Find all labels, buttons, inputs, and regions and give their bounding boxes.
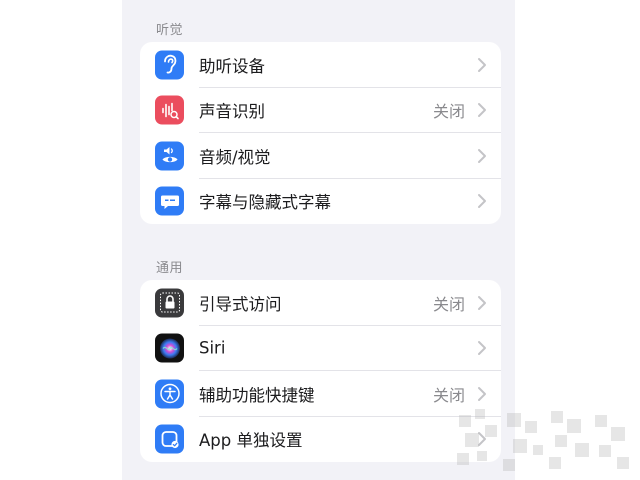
section-header-general: 通用 xyxy=(156,261,184,276)
row-label: 助听设备 xyxy=(199,56,265,76)
per-app-settings-icon xyxy=(155,424,184,454)
row-sound-recognition[interactable]: 声音识别 关闭 xyxy=(140,88,501,133)
subtitles-icon xyxy=(155,186,184,216)
group-general: 引导式访问 关闭 Siri 辅助功能快捷键 关闭 App 单独设置 xyxy=(140,280,501,462)
audio-visual-icon xyxy=(155,141,184,171)
row-guided-access[interactable]: 引导式访问 关闭 xyxy=(140,280,501,326)
row-label: 辅助功能快捷键 xyxy=(199,385,315,405)
row-value: 关闭 xyxy=(432,102,465,122)
chevron-right-icon xyxy=(478,103,486,118)
row-accessibility-shortcut[interactable]: 辅助功能快捷键 关闭 xyxy=(140,371,501,417)
ear-icon xyxy=(155,50,184,80)
siri-icon xyxy=(155,333,184,363)
row-label: 字幕与隐藏式字幕 xyxy=(199,193,331,213)
chevron-right-icon xyxy=(478,341,486,356)
chevron-right-icon xyxy=(478,295,486,310)
row-per-app-settings[interactable]: App 单独设置 xyxy=(140,417,501,463)
guided-access-lock-icon xyxy=(155,288,184,318)
row-value: 关闭 xyxy=(432,385,465,405)
row-label: 引导式访问 xyxy=(199,294,282,314)
row-hearing-devices[interactable]: 助听设备 xyxy=(140,42,501,88)
group-hearing: 助听设备 声音识别 关闭 音频/视觉 字幕与隐藏式字幕 xyxy=(140,42,501,224)
row-label: 音频/视觉 xyxy=(199,147,271,167)
row-value: 关闭 xyxy=(432,294,465,314)
chevron-right-icon xyxy=(478,148,486,163)
row-siri[interactable]: Siri xyxy=(140,326,501,371)
accessibility-icon xyxy=(155,379,184,409)
watermark-logo xyxy=(457,409,629,471)
chevron-right-icon xyxy=(478,386,486,401)
row-label: 声音识别 xyxy=(199,102,265,122)
row-label: App 单独设置 xyxy=(199,431,303,451)
chevron-right-icon xyxy=(478,194,486,209)
row-label: Siri xyxy=(199,338,226,358)
sound-recognition-icon xyxy=(155,95,184,125)
row-audio-visual[interactable]: 音频/视觉 xyxy=(140,133,501,179)
row-subtitles[interactable]: 字幕与隐藏式字幕 xyxy=(140,179,501,225)
section-header-hearing: 听觉 xyxy=(156,23,184,38)
chevron-right-icon xyxy=(478,57,486,72)
